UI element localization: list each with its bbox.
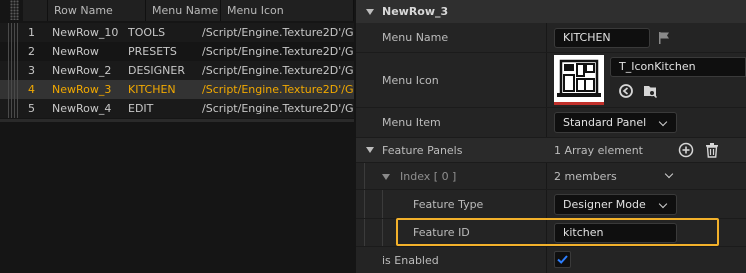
table-bottom-scrollbar[interactable] xyxy=(0,119,354,122)
feature-type-dropdown-value: Designer Mode xyxy=(563,198,646,211)
menu-icon-cell: /Script/Engine.Texture2D'/G xyxy=(202,45,354,58)
row-name-cell: NewRow_4 xyxy=(52,102,112,115)
menu-name-cell: TOOLS xyxy=(128,26,166,39)
property-row-is-enabled: is Enabled xyxy=(356,247,746,273)
property-label: Index [ 0 ] xyxy=(400,169,457,183)
property-row-menu-item: Menu Item Standard Panel xyxy=(356,108,746,138)
find-in-browser-icon[interactable] xyxy=(642,83,658,99)
checkmark-icon xyxy=(557,255,568,264)
menu-icon-asset-picker[interactable]: T_IconKitchen xyxy=(610,57,746,77)
table-row[interactable]: 1 NewRow_10 TOOLS /Script/Engine.Texture… xyxy=(0,23,354,42)
kitchen-thumbnail[interactable] xyxy=(554,55,604,105)
menu-name-cell: DESIGNER xyxy=(128,64,185,77)
data-table-panel: Row Name Menu Name Menu Icon 1 NewRow_10… xyxy=(0,0,354,273)
collapse-arrow-icon[interactable] xyxy=(366,9,374,15)
property-label: Menu Icon xyxy=(382,73,439,87)
menu-name-input[interactable]: KITCHEN xyxy=(554,28,650,48)
kitchen-icon xyxy=(557,59,601,97)
feature-id-highlight xyxy=(396,218,719,246)
menu-icon-cell: /Script/Engine.Texture2D'/G xyxy=(202,26,354,39)
feature-type-dropdown[interactable]: Designer Mode xyxy=(554,194,677,215)
property-label: Feature Type xyxy=(413,197,484,211)
menu-item-dropdown[interactable]: Standard Panel xyxy=(554,112,677,133)
row-drag-handle[interactable] xyxy=(8,99,20,118)
delete-icon[interactable] xyxy=(704,142,720,158)
table-row[interactable]: 3 NewRow_2 DESIGNER /Script/Engine.Textu… xyxy=(0,61,354,80)
row-name-cell: NewRow_10 xyxy=(52,26,119,39)
menu-icon-cell: /Script/Engine.Texture2D'/G xyxy=(202,83,354,96)
table-row[interactable]: 5 NewRow_4 EDIT /Script/Engine.Texture2D… xyxy=(0,99,354,118)
property-row-menu-name: Menu Name KITCHEN xyxy=(356,23,746,53)
menu-name-cell: PRESETS xyxy=(128,45,177,58)
row-drag-handle[interactable] xyxy=(8,80,20,99)
column-header-menu-name[interactable]: Menu Name xyxy=(146,0,221,21)
menu-name-cell: EDIT xyxy=(128,102,154,115)
row-drag-handle[interactable] xyxy=(8,61,20,80)
property-row-feature-type: Feature Type Designer Mode xyxy=(356,190,746,219)
add-element-icon[interactable] xyxy=(678,142,694,158)
browse-icon[interactable] xyxy=(618,83,634,99)
row-drag-handle[interactable] xyxy=(8,42,20,61)
property-row-feature-panels[interactable]: Feature Panels 1 Array element xyxy=(356,138,746,163)
row-name-cell: NewRow xyxy=(52,45,99,58)
chevron-down-icon xyxy=(658,199,668,209)
menu-icon-cell: /Script/Engine.Texture2D'/G xyxy=(202,64,354,77)
row-index: 3 xyxy=(28,64,35,77)
is-enabled-checkbox[interactable] xyxy=(554,251,571,268)
row-index: 4 xyxy=(28,83,35,96)
property-label: is Enabled xyxy=(382,253,439,267)
table-header: Row Name Menu Name Menu Icon xyxy=(23,0,354,21)
row-drag-handle[interactable] xyxy=(8,23,20,42)
collapse-arrow-icon[interactable] xyxy=(366,147,374,153)
row-index: 5 xyxy=(28,102,35,115)
section-title: NewRow_3 xyxy=(382,5,449,18)
menu-name-cell: KITCHEN xyxy=(128,83,176,96)
table-row[interactable]: 2 NewRow PRESETS /Script/Engine.Texture2… xyxy=(0,42,354,61)
row-name-cell: NewRow_3 xyxy=(52,83,112,96)
column-header-menu-icon[interactable]: Menu Icon xyxy=(221,0,354,21)
collapse-arrow-icon[interactable] xyxy=(382,174,390,180)
chevron-down-icon[interactable] xyxy=(664,169,674,179)
menu-icon-cell: /Script/Engine.Texture2D'/G xyxy=(202,102,354,115)
property-row-index-0[interactable]: Index [ 0 ] 2 members xyxy=(356,163,746,190)
row-drag-grip-header xyxy=(10,0,19,20)
chevron-down-icon xyxy=(658,117,668,127)
row-index: 2 xyxy=(28,45,35,58)
index-0-summary: 2 members xyxy=(554,169,617,183)
feature-panels-summary: 1 Array element xyxy=(554,143,643,157)
table-row-selected[interactable]: 4 NewRow_3 KITCHEN /Script/Engine.Textur… xyxy=(0,80,354,99)
property-label: Feature Panels xyxy=(382,143,463,157)
property-label: Menu Name xyxy=(382,31,449,44)
menu-item-dropdown-value: Standard Panel xyxy=(563,116,647,129)
section-header[interactable]: NewRow_3 xyxy=(356,0,746,23)
column-header-row-name[interactable]: Row Name xyxy=(48,0,146,21)
column-header-index[interactable] xyxy=(23,0,48,21)
details-panel: NewRow_3 Menu Name KITCHEN Menu Icon T_I… xyxy=(356,0,746,273)
flag-icon[interactable] xyxy=(657,31,671,45)
property-label: Menu Item xyxy=(382,116,441,129)
row-name-cell: NewRow_2 xyxy=(52,64,112,77)
row-index: 1 xyxy=(28,26,35,39)
